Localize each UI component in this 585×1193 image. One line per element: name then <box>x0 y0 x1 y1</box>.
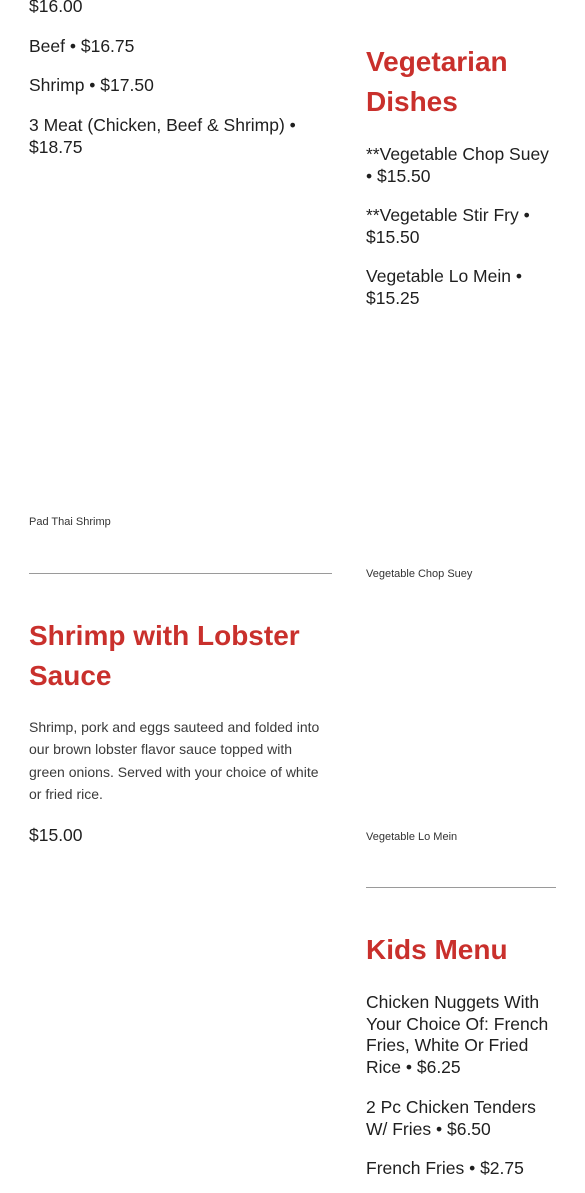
menu-item-vegetable-chop-suey: **Vegetable Chop Suey • $15.50 <box>366 144 549 186</box>
section-divider <box>29 573 332 574</box>
shrimp-lobster-sauce-description: Shrimp, pork and eggs sauteed and folded… <box>29 719 320 802</box>
shrimp-lobster-sauce-price: $15.00 <box>29 825 83 845</box>
pad-thai-shrimp-caption: Pad Thai Shrimp <box>29 516 111 528</box>
kids-menu-title: Kids Menu <box>366 934 508 965</box>
menu-item-chicken-tenders: 2 Pc Chicken Tenders W/ Fries • $6.50 <box>366 1097 536 1139</box>
menu-item-3-meat: 3 Meat (Chicken, Beef & Shrimp) • $18.75 <box>29 115 296 157</box>
menu-item-vegetable-lo-mein: Vegetable Lo Mein • $15.25 <box>366 266 522 308</box>
menu-item-vegetable-stir-fry: **Vegetable Stir Fry • $15.50 <box>366 205 530 247</box>
section-divider <box>366 887 556 888</box>
vegetarian-dishes-title: Vegetarian Dishes <box>366 46 508 117</box>
vegetable-chop-suey-caption: Vegetable Chop Suey <box>366 568 473 580</box>
menu-item-shrimp: Shrimp • $17.50 <box>29 75 154 95</box>
vegetable-lo-mein-caption: Vegetable Lo Mein <box>366 831 458 843</box>
menu-item-chicken-nuggets: Chicken Nuggets With Your Choice Of: Fre… <box>366 992 549 1077</box>
menu-item-french-fries: French Fries • $2.75 <box>366 1158 524 1178</box>
partial-item-price: $16.00 <box>29 0 83 16</box>
menu-item-beef: Beef • $16.75 <box>29 36 135 56</box>
shrimp-lobster-sauce-title: Shrimp with Lobster Sauce <box>29 620 300 691</box>
